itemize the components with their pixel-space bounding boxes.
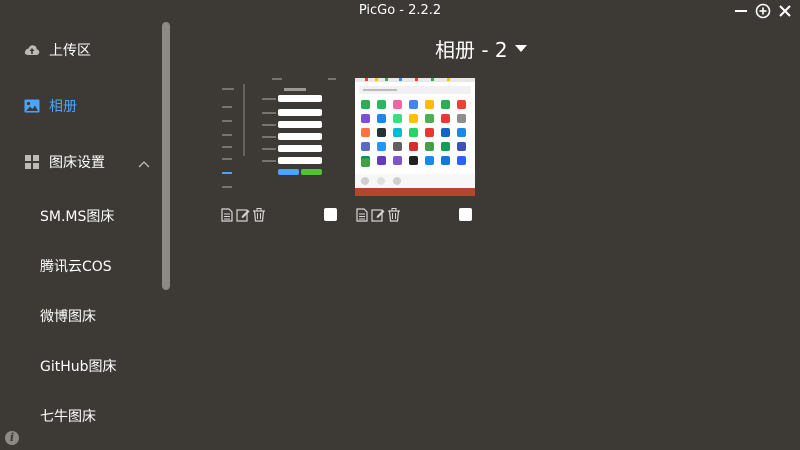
- copy-link-button[interactable]: [220, 208, 234, 222]
- trash-icon: [388, 208, 400, 222]
- gallery-panel: 相册 - 2: [170, 22, 800, 450]
- document-icon: [356, 208, 368, 222]
- maximize-button[interactable]: [754, 2, 772, 20]
- edit-button[interactable]: [371, 208, 385, 222]
- select-checkbox[interactable]: [324, 208, 337, 221]
- edit-icon: [236, 209, 250, 222]
- info-icon[interactable]: i: [5, 431, 19, 445]
- image-thumbnail[interactable]: [355, 78, 475, 196]
- sidebar-item-smms[interactable]: SM.MS图床: [0, 196, 160, 236]
- sidebar-item-label: 上传区: [49, 43, 91, 59]
- gallery-title: 相册 - 2: [435, 38, 508, 62]
- close-icon: [779, 5, 791, 17]
- chevron-up-icon: [138, 156, 150, 172]
- minimize-icon: [735, 10, 747, 12]
- title-bar: PicGo - 2.2.2: [0, 0, 800, 22]
- select-checkbox[interactable]: [459, 208, 472, 221]
- sidebar-item-label: 微博图床: [40, 309, 96, 325]
- sidebar-item-label: SM.MS图床: [40, 209, 115, 225]
- image-icon: [24, 98, 40, 114]
- sidebar-scrollbar[interactable]: [162, 22, 170, 290]
- image-thumbnail[interactable]: [220, 78, 340, 196]
- image-toolbar: [220, 206, 340, 224]
- icon-grid-screenshot-preview: [355, 78, 475, 196]
- grid-icon: [24, 154, 40, 170]
- sidebar-item-label: 图床设置: [49, 155, 105, 171]
- form-screenshot-preview: [220, 78, 340, 196]
- sidebar-item-github[interactable]: GitHub图床: [0, 346, 160, 386]
- sidebar-item-weibo[interactable]: 微博图床: [0, 296, 160, 336]
- plus-circle-icon: [755, 3, 771, 19]
- window-controls: [732, 2, 794, 20]
- edit-button[interactable]: [236, 208, 250, 222]
- sidebar-item-upload[interactable]: 上传区: [0, 30, 160, 70]
- app-title: PicGo - 2.2.2: [358, 3, 442, 18]
- minimize-button[interactable]: [732, 2, 750, 20]
- sidebar-item-label: 相册: [49, 99, 77, 115]
- delete-button[interactable]: [387, 208, 401, 222]
- sidebar-item-label: 七牛图床: [40, 409, 96, 425]
- sidebar: 上传区 相册 图床设置 SM.MS图床 腾讯云COS 微博图床 GitHub图床…: [0, 22, 168, 450]
- caret-down-icon: [514, 45, 527, 52]
- document-icon: [221, 208, 233, 222]
- sidebar-item-qiniu[interactable]: 七牛图床: [0, 396, 160, 436]
- cloud-upload-icon: [24, 42, 40, 58]
- sidebar-item-picbed-settings[interactable]: 图床设置: [0, 142, 160, 182]
- copy-link-button[interactable]: [355, 208, 369, 222]
- gallery-card[interactable]: [355, 78, 475, 222]
- delete-button[interactable]: [252, 208, 266, 222]
- trash-icon: [253, 208, 265, 222]
- sidebar-item-gallery[interactable]: 相册: [0, 86, 160, 126]
- sidebar-item-label: 腾讯云COS: [40, 259, 112, 275]
- sidebar-item-label: GitHub图床: [40, 359, 117, 375]
- gallery-card[interactable]: [220, 78, 340, 222]
- sidebar-item-tencent-cos[interactable]: 腾讯云COS: [0, 246, 160, 286]
- gallery-title-dropdown[interactable]: 相册 - 2: [435, 34, 528, 63]
- image-toolbar: [355, 206, 475, 224]
- edit-icon: [371, 209, 385, 222]
- close-button[interactable]: [776, 2, 794, 20]
